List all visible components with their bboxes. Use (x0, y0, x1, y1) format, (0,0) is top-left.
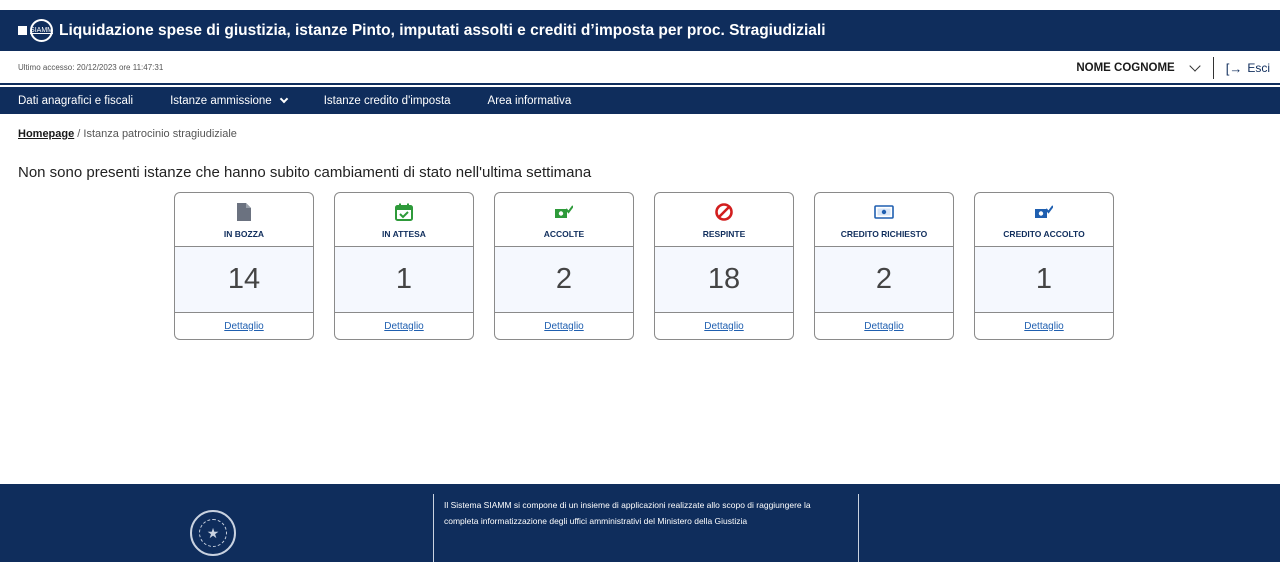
card-label: CREDITO ACCOLTO (1003, 229, 1085, 239)
card-accolte: ACCOLTE 2 Dettaglio (494, 192, 634, 340)
logout-icon: [→ (1225, 60, 1243, 76)
card-label: IN BOZZA (223, 229, 265, 239)
footer-text: Il Sistema SIAMM si compone di un insiem… (444, 500, 811, 526)
nav-label: Area informativa (487, 94, 572, 107)
card-label: IN ATTESA (382, 229, 426, 239)
nav-item-istanze-ammissione[interactable]: Istanze ammissione (170, 94, 288, 107)
logout-button[interactable]: [→ Esci (1226, 61, 1270, 76)
logout-label: Esci (1247, 61, 1270, 75)
card-count: 14 (175, 246, 313, 313)
detail-link[interactable]: Dettaglio (544, 321, 583, 332)
detail-link[interactable]: Dettaglio (384, 321, 423, 332)
status-cards: IN BOZZA 14 Dettaglio IN ATTESA 1 Dettag… (174, 192, 1134, 340)
card-count: 2 (815, 246, 953, 313)
card-in-bozza: IN BOZZA 14 Dettaglio (174, 192, 314, 340)
detail-link[interactable]: Dettaglio (224, 321, 263, 332)
ban-icon (715, 202, 733, 222)
republic-emblem-icon: ★ (190, 510, 236, 556)
nav-item-istanze-credito[interactable]: Istanze credito d'imposta (324, 95, 451, 107)
card-credito-richiesto: CREDITO RICHIESTO 2 Dettaglio (814, 192, 954, 340)
user-bar: Ultimo accesso: 20/12/2023 ore 11:47:31 … (0, 51, 1280, 85)
breadcrumb-current: Istanza patrocinio stragiudiziale (83, 128, 237, 140)
card-count: 1 (975, 246, 1113, 313)
status-notice: Non sono presenti istanze che hanno subi… (18, 164, 592, 181)
breadcrumb: Homepage / Istanza patrocinio stragiudiz… (18, 128, 237, 140)
footer-divider (858, 494, 859, 562)
card-count: 2 (495, 246, 633, 313)
money-check-icon (1035, 202, 1053, 222)
main-nav: Dati anagrafici e fiscali Istanze ammiss… (0, 87, 1280, 114)
card-respinte: RESPINTE 18 Dettaglio (654, 192, 794, 340)
breadcrumb-home-link[interactable]: Homepage (18, 128, 74, 140)
banknote-icon (874, 202, 894, 222)
money-check-icon (555, 202, 573, 222)
user-name[interactable]: NOME COGNOME (1076, 62, 1174, 74)
footer: ★ Il Sistema SIAMM si compone di un insi… (0, 484, 1280, 562)
app-header: SIAMM Liquidazione spese di giustizia, i… (0, 10, 1280, 51)
user-area: NOME COGNOME [→ Esci (1076, 51, 1270, 85)
card-count: 18 (655, 246, 793, 313)
detail-link[interactable]: Dettaglio (704, 321, 743, 332)
nav-label: Istanze credito d'imposta (323, 94, 451, 107)
nav-label: Dati anagrafici e fiscali (18, 94, 134, 107)
nav-item-dati-anagrafici[interactable]: Dati anagrafici e fiscali (18, 95, 133, 107)
siamm-logo: SIAMM (18, 19, 53, 42)
card-in-attesa: IN ATTESA 1 Dettaglio (334, 192, 474, 340)
chevron-down-icon[interactable] (1189, 59, 1201, 72)
card-label: RESPINTE (702, 229, 746, 239)
detail-link[interactable]: Dettaglio (1024, 321, 1063, 332)
card-count: 1 (335, 246, 473, 313)
chevron-down-icon (279, 94, 288, 103)
app-title: Liquidazione spese di giustizia, istanze… (59, 21, 826, 39)
footer-divider (433, 494, 434, 562)
divider (1212, 57, 1214, 79)
document-icon (237, 202, 251, 222)
card-label: CREDITO RICHIESTO (840, 229, 928, 239)
calendar-check-icon (395, 202, 413, 222)
detail-link[interactable]: Dettaglio (864, 321, 903, 332)
card-label: ACCOLTE (543, 229, 585, 239)
card-credito-accolto: CREDITO ACCOLTO 1 Dettaglio (974, 192, 1114, 340)
last-access-text: Ultimo accesso: 20/12/2023 ore 11:47:31 (18, 62, 164, 72)
nav-label: Istanze ammissione (170, 94, 272, 107)
nav-item-area-informativa[interactable]: Area informativa (488, 95, 572, 107)
